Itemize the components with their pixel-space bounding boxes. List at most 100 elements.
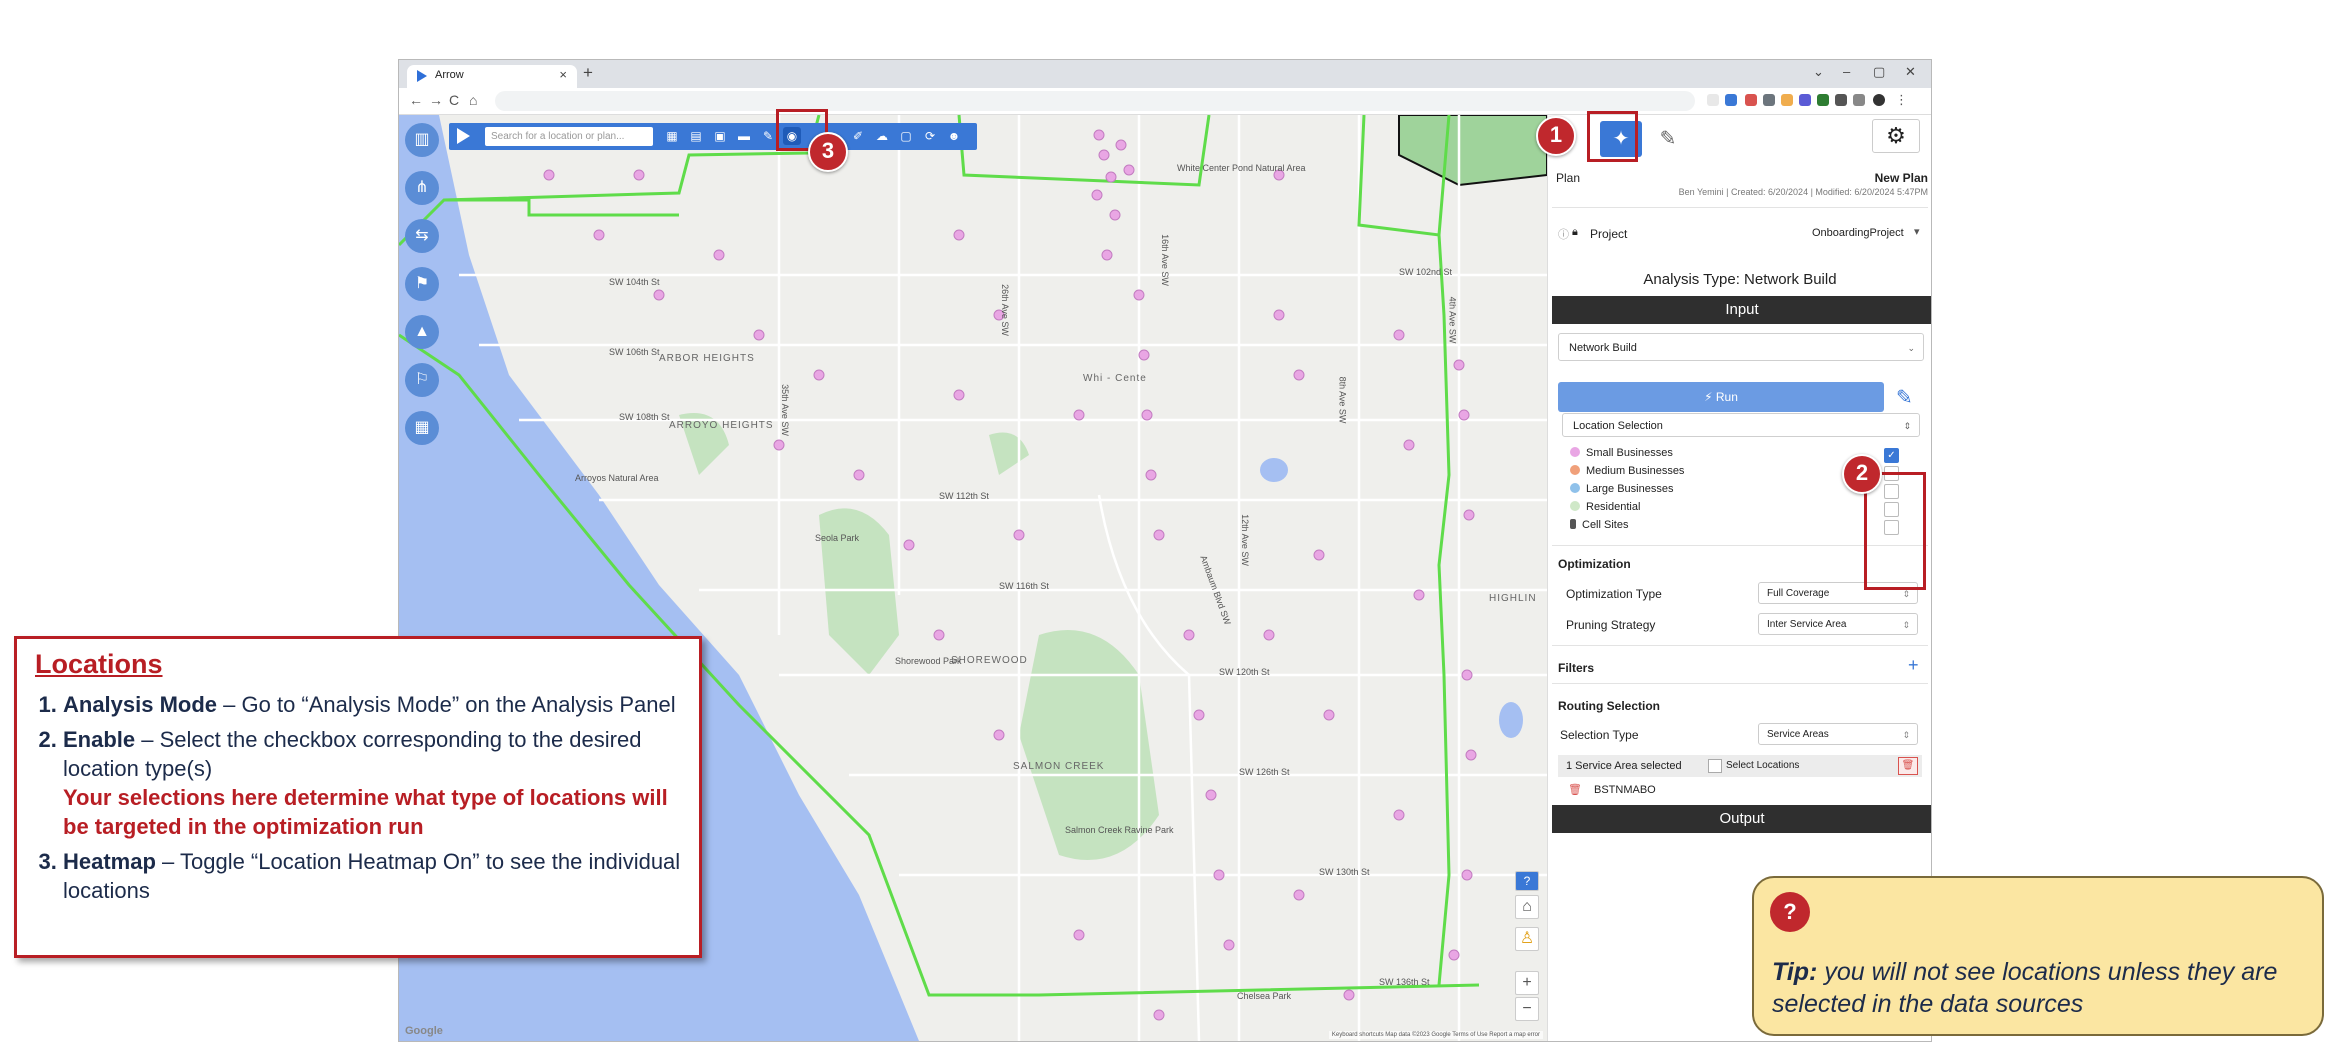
grid-view-icon[interactable]: ▦: [663, 127, 681, 145]
park-label: Salmon Creek Ravine Park: [1065, 825, 1174, 835]
step-2-badge: 2: [1842, 454, 1882, 494]
bookmark-star-icon[interactable]: [1725, 94, 1737, 106]
large-business-icon: [1570, 483, 1580, 493]
divider: [1552, 207, 1928, 208]
save-icon[interactable]: ▣: [711, 127, 729, 145]
small-business-icon: [1570, 447, 1580, 457]
users-icon[interactable]: ☻: [945, 127, 963, 145]
filters-header: Filters: [1558, 661, 1595, 675]
plan-label: Plan: [1556, 171, 1581, 185]
new-tab-button[interactable]: +: [583, 63, 593, 83]
tab-close-icon[interactable]: ×: [559, 67, 567, 82]
folder-icon[interactable]: ▬: [735, 127, 753, 145]
info-icon[interactable]: ⓘ: [1558, 226, 1569, 242]
select-locations-checkbox[interactable]: [1708, 759, 1722, 773]
sidebar-icon[interactable]: [1853, 94, 1865, 106]
grid-icon[interactable]: ▦: [405, 411, 439, 445]
tip-label: Tip:: [1772, 958, 1818, 986]
location-item: Residential: [1570, 501, 1640, 513]
medium-business-icon: [1570, 465, 1580, 475]
zoom-in-button[interactable]: +: [1515, 971, 1539, 995]
settings-gear-icon[interactable]: ⚙: [1872, 119, 1920, 153]
small-businesses-checkbox[interactable]: ✓: [1884, 448, 1899, 463]
layers-icon[interactable]: ▢: [897, 127, 915, 145]
document-icon[interactable]: ▤: [687, 127, 705, 145]
edit-icon[interactable]: ✐: [849, 127, 867, 145]
place-label: SALMON CREEK: [1013, 761, 1105, 772]
arrow-logo-icon[interactable]: [457, 128, 470, 144]
trash-icon[interactable]: 🗑︎: [1568, 783, 1582, 796]
park-label: White Center Pond Natural Area: [1177, 163, 1306, 173]
street-label: SW 130th St: [1319, 867, 1370, 877]
instruction-step: Analysis Mode – Go to “Analysis Mode” on…: [63, 690, 681, 719]
menu-dots-icon[interactable]: ⋮: [1895, 92, 1908, 108]
street-label: 35th Ave SW: [779, 384, 790, 436]
optimization-type-label: Optimization Type: [1566, 587, 1662, 601]
puzzle-icon[interactable]: [1835, 94, 1847, 106]
home-icon[interactable]: ⌂: [469, 92, 477, 108]
pencil-tool-icon[interactable]: ✎: [759, 127, 777, 145]
browser-tab[interactable]: Arrow ×: [407, 65, 577, 88]
trash-icon[interactable]: 🗑︎: [1898, 757, 1918, 775]
chevron-updown-icon: ⇕: [1903, 421, 1911, 431]
refresh-icon[interactable]: ⟳: [921, 127, 939, 145]
back-icon[interactable]: ←: [409, 92, 423, 108]
analysis-type-select[interactable]: Network Build ⌄: [1558, 333, 1924, 361]
extension-icon[interactable]: [1817, 94, 1829, 106]
extension-icon[interactable]: [1745, 94, 1757, 106]
address-bar: ← → C ⌂ ⋮: [399, 88, 1931, 115]
cloud-icon[interactable]: ☁: [873, 127, 891, 145]
location-label: Medium Businesses: [1586, 465, 1685, 477]
service-area-row: 1 Service Area selected Select Locations…: [1558, 755, 1922, 777]
building-icon[interactable]: ▥: [405, 123, 439, 157]
close-window-button[interactable]: ✕: [1905, 64, 1916, 80]
tab-search-icon[interactable]: ⌄: [1813, 64, 1824, 80]
forward-icon[interactable]: →: [429, 92, 443, 108]
location-item: Small Businesses: [1570, 447, 1673, 459]
location-label: Residential: [1586, 501, 1641, 513]
location-selection-select[interactable]: Location Selection ⇕: [1562, 413, 1920, 437]
minimize-button[interactable]: –: [1843, 64, 1850, 79]
question-icon: ?: [1770, 892, 1810, 932]
instruction-step: Enable – Select the checkbox correspondi…: [63, 725, 681, 841]
instructions-list: Analysis Mode – Go to “Analysis Mode” on…: [35, 690, 681, 905]
hierarchy-icon[interactable]: ⋔: [405, 171, 439, 205]
selection-type-label: Selection Type: [1560, 728, 1639, 742]
project-select[interactable]: OnboardingProject: [1812, 227, 1904, 239]
extension-icon[interactable]: [1799, 94, 1811, 106]
camera-icon[interactable]: ⌂: [1515, 895, 1539, 919]
run-button[interactable]: ⚡ Run: [1558, 382, 1884, 412]
step-text: – Select the checkbox corresponding to t…: [63, 727, 642, 781]
pruning-strategy-value: Inter Service Area: [1767, 619, 1847, 630]
chevron-down-icon[interactable]: ▾: [1914, 225, 1920, 238]
pruning-strategy-select[interactable]: Inter Service Area ⇕: [1758, 613, 1918, 635]
pond: [1260, 458, 1288, 482]
pegman-icon[interactable]: ♙: [1515, 927, 1539, 951]
help-button[interactable]: ?: [1515, 871, 1539, 891]
url-field[interactable]: [495, 91, 1695, 111]
extension-icon[interactable]: [1763, 94, 1775, 106]
reload-icon[interactable]: C: [449, 92, 459, 108]
place-label: HIGHLIN: [1489, 593, 1537, 604]
profile-avatar[interactable]: [1873, 94, 1885, 106]
optimization-type-value: Full Coverage: [1767, 588, 1830, 599]
extension-icon[interactable]: [1781, 94, 1793, 106]
maximize-button[interactable]: ▢: [1873, 64, 1885, 80]
park-label: Shorewood Park: [895, 656, 962, 666]
location-item: Cell Sites: [1570, 519, 1628, 531]
edit-mode-tab[interactable]: ✎: [1650, 121, 1686, 157]
edit-icon[interactable]: ✎: [1896, 385, 1913, 410]
service-area-count: 1 Service Area selected: [1566, 760, 1682, 772]
checkered-flag-icon[interactable]: ⚐: [405, 363, 439, 397]
selection-type-select[interactable]: Service Areas ⇕: [1758, 723, 1918, 745]
share-icon[interactable]: [1707, 94, 1719, 106]
zoom-out-button[interactable]: −: [1515, 997, 1539, 1021]
location-search-input[interactable]: Search for a location or plan...: [485, 127, 653, 146]
map-attribution[interactable]: Keyboard shortcuts Map data ©2023 Google…: [1328, 1031, 1543, 1039]
flag-icon[interactable]: ⚑: [405, 267, 439, 301]
street-label: 12th Ave SW: [1239, 514, 1250, 566]
road-icon[interactable]: ▲: [405, 315, 439, 349]
step-title: Analysis Mode: [63, 692, 218, 717]
network-icon[interactable]: ⇆: [405, 219, 439, 253]
add-filter-button[interactable]: +: [1908, 655, 1919, 676]
